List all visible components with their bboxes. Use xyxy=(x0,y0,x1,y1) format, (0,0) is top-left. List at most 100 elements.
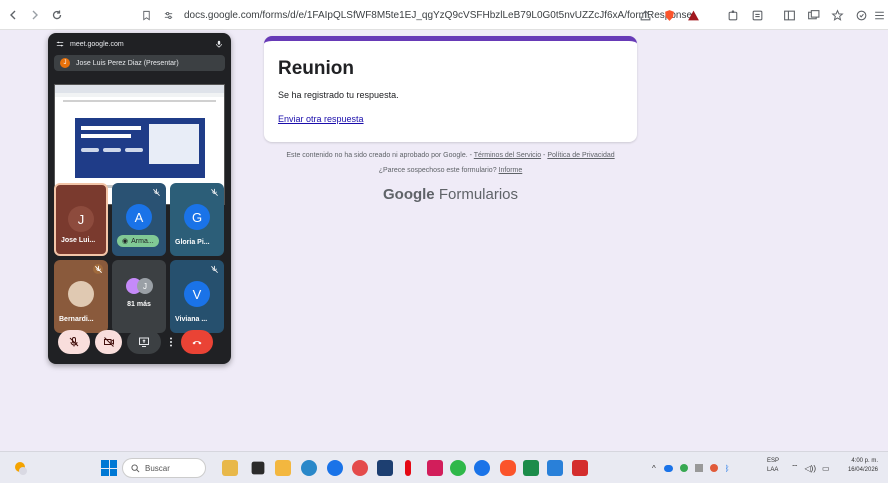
mute-button[interactable] xyxy=(58,330,90,354)
menu-icon[interactable] xyxy=(870,6,888,24)
present-button[interactable] xyxy=(127,330,161,354)
reload-icon xyxy=(52,10,62,19)
audio-level-icon: ◉ xyxy=(122,238,129,245)
google-forms-logo[interactable]: Google Formularios xyxy=(264,186,637,203)
submit-another-link[interactable]: Enviar otra respuesta xyxy=(278,114,364,124)
presenter-bar[interactable]: J Jose Luis Perez Diaz (Presentar) xyxy=(54,55,225,71)
notes-icon[interactable] xyxy=(547,460,563,476)
taskbar-search[interactable]: Buscar xyxy=(122,458,206,478)
more-vert-icon xyxy=(170,337,172,347)
photos-icon[interactable] xyxy=(352,460,368,476)
participant-name: Jose Lui... xyxy=(61,237,96,244)
mic-off-icon xyxy=(69,337,79,347)
terms-link[interactable]: Términos del Servicio xyxy=(474,152,541,159)
call-controls xyxy=(58,330,224,354)
avatar: G xyxy=(184,204,210,230)
avatar-stack: J xyxy=(126,276,156,298)
bluetooth-icon[interactable]: ᛒ xyxy=(725,464,730,473)
bookmark-icon[interactable] xyxy=(138,7,154,23)
browser-toolbar: docs.google.com/forms/d/e/1FAIpQLSfWF8M5… xyxy=(0,0,888,30)
language-indicator[interactable]: ESP LAA xyxy=(767,457,779,475)
tray-app-icon[interactable] xyxy=(679,464,688,472)
search-icon xyxy=(131,463,140,472)
mic-small-icon[interactable] xyxy=(215,40,223,48)
tune-icon xyxy=(56,41,64,47)
privacy-link[interactable]: Política de Privacidad xyxy=(547,152,614,159)
forward-button[interactable] xyxy=(26,5,44,25)
onedrive-icon[interactable] xyxy=(663,464,673,472)
url-text[interactable]: docs.google.com/forms/d/e/1FAIpQLSfWF8M5… xyxy=(184,10,692,21)
brave-shield-icon[interactable] xyxy=(660,6,678,24)
participant-tile[interactable]: J Jose Lui... xyxy=(54,183,108,256)
netflix-icon[interactable] xyxy=(405,460,411,476)
tabs-icon[interactable] xyxy=(804,6,822,24)
sidebar-icon[interactable] xyxy=(780,6,798,24)
reader-icon[interactable] xyxy=(748,6,766,24)
pdf-reader-icon[interactable] xyxy=(572,460,588,476)
edge-icon[interactable] xyxy=(301,460,317,476)
clock-time: 4:00 p. m. xyxy=(851,458,878,464)
participant-tile[interactable]: Bernardi... xyxy=(54,260,108,333)
participant-name: Arma... xyxy=(131,237,154,245)
task-view-icon[interactable] xyxy=(251,461,265,475)
form-title: Reunion xyxy=(278,58,354,79)
participant-tile[interactable]: V Viviana ... xyxy=(170,260,224,333)
favorites-icon[interactable] xyxy=(828,6,846,24)
share-icon[interactable] xyxy=(636,6,654,24)
leave-call-button[interactable] xyxy=(181,330,213,354)
weather-icon[interactable] xyxy=(12,459,30,477)
language-code: ESP xyxy=(767,458,780,464)
chrome-canary-icon[interactable] xyxy=(327,460,343,476)
tray-app-icon-2[interactable] xyxy=(694,464,703,472)
wifi-icon: ⌔ xyxy=(791,463,799,472)
meet-pip-window[interactable]: meet.google.com J Jose Luis Perez Diaz (… xyxy=(48,33,231,364)
wallet-icon[interactable] xyxy=(852,6,870,24)
reload-button[interactable] xyxy=(48,5,66,25)
camera-button[interactable] xyxy=(95,330,122,354)
more-options-button[interactable] xyxy=(166,330,176,354)
quick-settings[interactable]: ⌔ ◁)) ▭ xyxy=(791,461,830,475)
report-link[interactable]: Informe xyxy=(499,167,523,174)
keyboard-layout: LAA xyxy=(767,467,779,473)
speaking-badge: ◉ Arma... xyxy=(117,235,159,247)
search-placeholder: Buscar xyxy=(145,463,170,473)
system-clock[interactable]: 4:00 p. m. 16/04/2026 xyxy=(848,457,878,475)
whatsapp-icon[interactable] xyxy=(450,460,466,476)
mail-icon[interactable] xyxy=(427,460,443,476)
avatar-photo xyxy=(68,281,94,307)
avatar: J xyxy=(68,206,94,232)
participant-name: Bernardi... xyxy=(59,316,94,323)
brave-icon[interactable] xyxy=(500,460,516,476)
store-icon[interactable] xyxy=(377,460,393,476)
google-wordmark: Google xyxy=(382,186,435,203)
extensions-icon[interactable] xyxy=(724,6,742,24)
mic-off-icon xyxy=(151,187,161,197)
meet-header: meet.google.com xyxy=(48,33,231,55)
mic-off-icon xyxy=(209,187,219,197)
disclaimer-prefix: Este contenido no ha sido creado ni apro… xyxy=(286,152,474,159)
brave-rewards-icon[interactable] xyxy=(684,6,702,24)
site-settings-icon[interactable] xyxy=(160,7,176,23)
presenter-label: Jose Luis Perez Diaz (Presentar) xyxy=(76,59,179,67)
chevron-right-icon xyxy=(32,10,38,19)
participant-tile[interactable]: A ◉ Arma... xyxy=(112,183,166,256)
present-screen-icon xyxy=(139,337,149,347)
file-explorer-icon[interactable] xyxy=(275,460,291,476)
participant-tile[interactable]: G Gloria Pi... xyxy=(170,183,224,256)
chevron-up-icon[interactable]: ^ xyxy=(652,464,656,473)
start-button[interactable] xyxy=(101,460,117,476)
chrome-icon[interactable] xyxy=(474,460,490,476)
call-end-icon xyxy=(192,341,202,345)
chevron-left-icon xyxy=(10,10,16,19)
more-participants-tile[interactable]: J 81 más xyxy=(112,260,166,333)
excel-icon[interactable] xyxy=(523,460,539,476)
back-button[interactable] xyxy=(4,5,22,25)
avatar: A xyxy=(126,204,152,230)
confirmation-message: Se ha registrado tu respuesta. xyxy=(278,90,399,100)
more-count: 81 más xyxy=(127,301,151,308)
suspicious-text: ¿Parece sospechoso este formulario? xyxy=(378,167,499,174)
widgets-app-icon[interactable] xyxy=(222,460,238,476)
system-tray: ^ ᛒ xyxy=(652,461,730,475)
tray-app-icon-3[interactable] xyxy=(709,464,718,472)
volume-icon: ◁)) xyxy=(804,463,817,473)
